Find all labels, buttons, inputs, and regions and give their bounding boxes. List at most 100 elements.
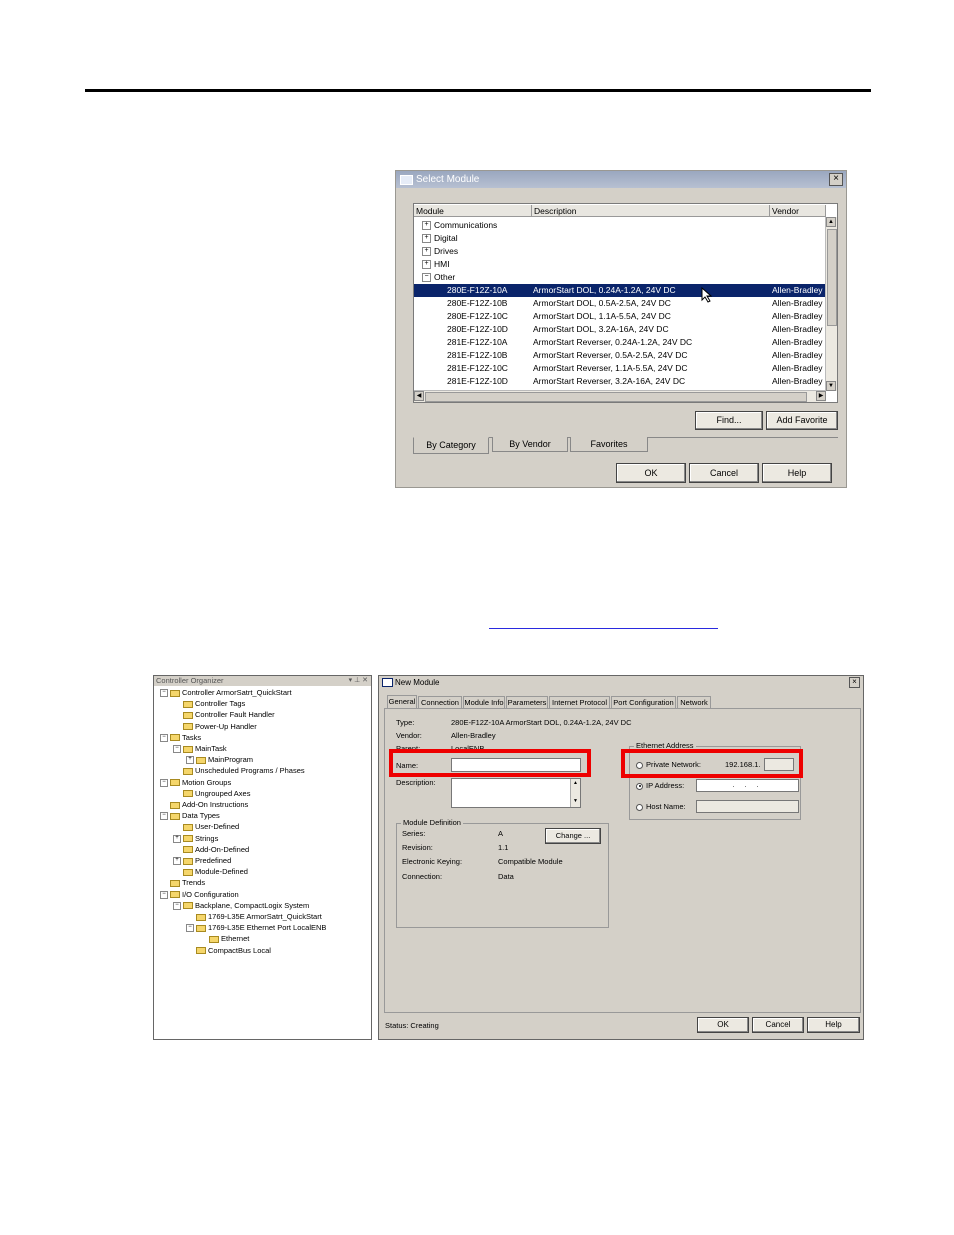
tree-node[interactable]: − I/O Configuration [160,890,239,900]
collapse-icon[interactable]: − [160,890,168,899]
tree-node[interactable]: − Data Types [160,811,220,821]
tab-connection[interactable]: Connection [418,696,462,708]
tab-network[interactable]: Network [677,696,711,708]
expand-icon[interactable]: + [186,756,194,765]
category-communications[interactable]: + Communications [414,219,826,232]
tree-node[interactable]: − Backplane, CompactLogix System [173,901,309,911]
collapse-icon[interactable]: − [422,273,431,283]
collapse-icon[interactable]: − [160,733,168,742]
column-header-description[interactable]: Description [532,205,770,217]
host-name-radio[interactable] [636,803,643,811]
module-row[interactable]: 280E-F12Z-10A ArmorStart DOL, 0.24A-1.2A,… [414,284,826,297]
module-row[interactable]: 281E-F12Z-10A ArmorStart Reverser, 0.24A-… [414,336,826,349]
expand-icon[interactable]: + [422,221,431,231]
expand-icon[interactable]: + [422,247,431,257]
scroll-thumb-horizontal[interactable] [425,392,807,402]
hyperlink-underline[interactable] [489,628,718,629]
module-row[interactable]: 280E-F12Z-10B ArmorStart DOL, 0.5A-2.5A, … [414,297,826,310]
scroll-left-icon[interactable]: ◀ [414,391,424,401]
category-drives[interactable]: + Drives [414,245,826,258]
module-module: 280E-F12Z-10B [447,298,508,308]
expand-icon[interactable]: + [422,260,431,270]
host-name-option[interactable]: Host Name: [636,802,686,812]
tree-node[interactable]: − 1769-L35E Ethernet Port LocalENB [186,923,326,933]
tab-favorites[interactable]: Favorites [570,437,648,452]
tree-node[interactable]: + MainProgram [186,755,253,765]
tree-node[interactable]: User-Defined [173,822,239,832]
tree-node[interactable]: CompactBus Local [186,946,271,956]
tree-node[interactable]: + Strings [173,834,218,844]
host-name-input[interactable] [696,800,799,813]
collapse-icon[interactable]: − [160,778,168,787]
module-row[interactable]: 280E-F12Z-10C ArmorStart DOL, 1.1A-5.5A, … [414,310,826,323]
folder-icon [183,823,193,831]
tab-parameters[interactable]: Parameters [506,696,548,708]
description-textarea[interactable]: ▲ ▼ [451,778,581,808]
find-button[interactable]: Find... [695,411,763,430]
category-digital[interactable]: + Digital [414,232,826,245]
ip-address-option[interactable]: IP Address: [636,781,684,791]
category-hmi[interactable]: + HMI [414,258,826,271]
module-row[interactable]: 281E-F12Z-10B ArmorStart Reverser, 0.5A-2… [414,349,826,362]
tree-node[interactable]: 1769-L35E ArmorSatrt_QuickStart [186,912,322,922]
module-list[interactable]: Module Description Vendor + Communication… [413,203,838,403]
tree-node[interactable]: Add-On Instructions [160,800,248,810]
help-button[interactable]: Help [762,463,832,483]
ok-button[interactable]: OK [616,463,686,483]
tree-node[interactable]: Trends [160,878,205,888]
tab-by-category[interactable]: By Category [413,437,489,454]
tree-node[interactable]: − MainTask [173,744,227,754]
tree-node[interactable]: Unscheduled Programs / Phases [173,766,305,776]
change-button[interactable]: Change ... [545,828,601,844]
vertical-scrollbar[interactable]: ▲ ▼ [825,217,837,391]
tree-node[interactable]: − Tasks [160,733,201,743]
tree-node[interactable]: Controller Tags [173,699,245,709]
module-description: ArmorStart Reverser, 0.5A-2.5A, 24V DC [533,350,688,360]
module-row[interactable]: 281E-F12Z-10C ArmorStart Reverser, 1.1A-5… [414,362,826,375]
tab-general[interactable]: General [387,695,417,709]
tree-node[interactable]: Ethernet [199,934,249,944]
tree-node[interactable]: Controller Fault Handler [173,710,275,720]
expand-icon[interactable]: + [173,857,181,866]
module-row[interactable]: 280E-F12Z-10D ArmorStart DOL, 3.2A-16A, 2… [414,323,826,336]
folder-icon [183,767,193,775]
tab-internet-protocol[interactable]: Internet Protocol [549,696,610,708]
scroll-thumb[interactable] [827,229,837,326]
category-other[interactable]: − Other [414,271,826,284]
collapse-icon[interactable]: − [160,689,168,698]
collapse-icon[interactable]: − [160,812,168,821]
add-favorite-button[interactable]: Add Favorite [766,411,838,430]
tree-node[interactable]: Add-On-Defined [173,845,249,855]
close-icon[interactable]: × [849,677,860,688]
tab-by-vendor[interactable]: By Vendor [492,437,568,452]
scroll-up-icon[interactable]: ▲ [826,217,836,227]
tree-node[interactable]: + Predefined [173,856,231,866]
column-header-module[interactable]: Module [414,205,532,217]
expand-icon[interactable]: + [173,834,181,843]
tab-port-configuration[interactable]: Port Configuration [611,696,676,708]
pin-close-icon[interactable]: ▾ ⊥ ✕ [349,676,368,686]
column-header-vendor[interactable]: Vendor [770,205,826,217]
close-icon[interactable]: × [829,173,843,186]
scroll-down-icon[interactable]: ▼ [826,381,836,391]
ip-address-input[interactable]: . . . [696,779,799,792]
cancel-button[interactable]: Cancel [752,1017,804,1033]
cancel-button[interactable]: Cancel [689,463,759,483]
expand-icon[interactable]: + [422,234,431,244]
horizontal-scrollbar[interactable]: ◀ ▶ [414,390,826,402]
tab-module-info[interactable]: Module Info [463,696,505,708]
tree-node[interactable]: − Controller ArmorSatrt_QuickStart [160,688,292,698]
collapse-icon[interactable]: − [186,924,194,933]
ip-address-radio[interactable] [636,782,643,790]
collapse-icon[interactable]: − [173,745,181,754]
tree-node[interactable]: Ungrouped Axes [173,789,250,799]
tree-node[interactable]: − Motion Groups [160,778,231,788]
tree-node-label: Data Types [182,811,220,821]
tree-node[interactable]: Power-Up Handler [173,722,257,732]
module-row[interactable]: 281E-F12Z-10D ArmorStart Reverser, 3.2A-1… [414,375,826,388]
collapse-icon[interactable]: − [173,901,181,910]
tree-node[interactable]: Module-Defined [173,867,248,877]
ok-button[interactable]: OK [697,1017,749,1033]
scroll-right-icon[interactable]: ▶ [816,391,826,401]
help-button[interactable]: Help [807,1017,860,1033]
